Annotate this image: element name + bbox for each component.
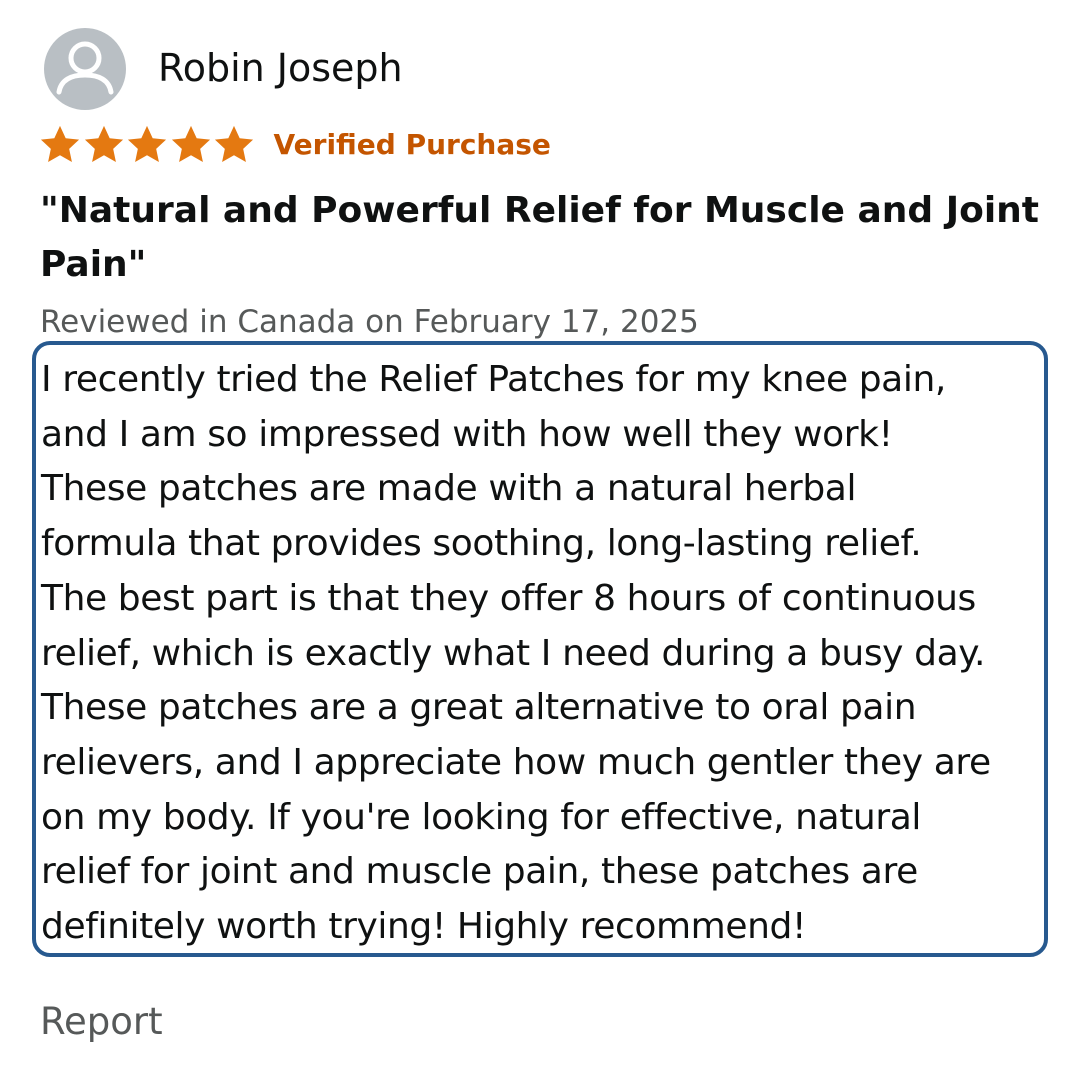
- verified-purchase-badge: Verified Purchase: [273, 128, 551, 161]
- rating-row: Verified Purchase: [38, 120, 551, 170]
- review-date: Reviewed in Canada on February 17, 2025: [40, 304, 699, 340]
- avatar: [44, 28, 126, 110]
- star-rating[interactable]: [38, 123, 256, 167]
- review-body-line: These patches are made with a natural he…: [41, 468, 857, 510]
- review-body-line: relief, which is exactly what I need dur…: [41, 632, 986, 674]
- star-icon: [127, 125, 167, 163]
- review-body-line: relief for joint and muscle pain, these …: [41, 851, 918, 893]
- star-icon: [84, 125, 123, 163]
- review-body-line: relievers, and I appreciate how much gen…: [41, 741, 991, 783]
- reviewer-name[interactable]: Robin Joseph: [158, 44, 403, 92]
- review-body-line: definitely worth trying! Highly recommen…: [41, 906, 806, 948]
- review-body-line: formula that provides soothing, long-las…: [41, 523, 922, 565]
- review-body-line: and I am so impressed with how well they…: [41, 413, 893, 455]
- review-body: I recently tried the Relief Patches for …: [32, 341, 1048, 957]
- report-link[interactable]: Report: [40, 998, 163, 1046]
- review-title: "Natural and Powerful Relief for Muscle …: [40, 190, 1040, 285]
- review-body-line: These patches are a great alternative to…: [41, 687, 917, 729]
- review-body-line: on my body. If you're looking for effect…: [41, 796, 921, 838]
- star-icon: [171, 125, 210, 163]
- review-body-line: I recently tried the Relief Patches for …: [41, 359, 946, 400]
- star-icon: [40, 125, 80, 163]
- star-icon: [214, 125, 254, 163]
- review-body-line: The best part is that they offer 8 hours…: [41, 577, 976, 619]
- user-avatar-icon: [56, 41, 114, 95]
